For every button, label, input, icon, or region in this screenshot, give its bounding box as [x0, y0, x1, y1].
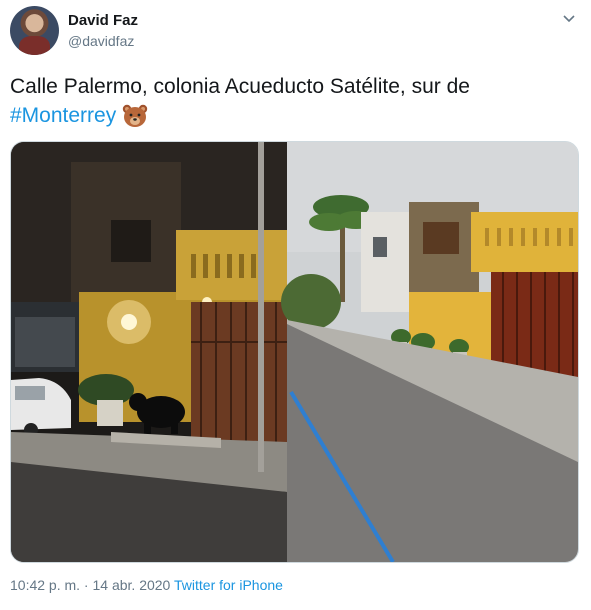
day-photo[interactable] — [281, 142, 578, 562]
night-photo[interactable] — [11, 142, 287, 562]
user-handle[interactable]: @davidfaz — [68, 33, 134, 49]
tweet-body: Calle Palermo, colonia Acueducto Satélit… — [10, 75, 470, 98]
tweet-date[interactable]: 14 abr. 2020 — [93, 577, 171, 593]
meta-separator: · — [80, 577, 93, 593]
chevron-down-icon[interactable] — [562, 12, 576, 26]
tweet-header: David Faz @davidfaz — [10, 6, 580, 56]
tweet-time[interactable]: 10:42 p. m. — [10, 577, 80, 593]
hashtag-link[interactable]: #Monterrey — [10, 104, 116, 127]
tweet-source-link[interactable]: Twitter for iPhone — [174, 577, 283, 593]
tweet-media[interactable] — [10, 141, 579, 563]
tweet-meta: 10:42 p. m. · 14 abr. 2020 Twitter for i… — [10, 577, 283, 593]
tweet-text: Calle Palermo, colonia Acueducto Satélit… — [10, 72, 570, 130]
avatar[interactable] — [10, 6, 59, 55]
display-name[interactable]: David Faz — [68, 12, 138, 29]
bear-face-emoji — [122, 105, 148, 128]
